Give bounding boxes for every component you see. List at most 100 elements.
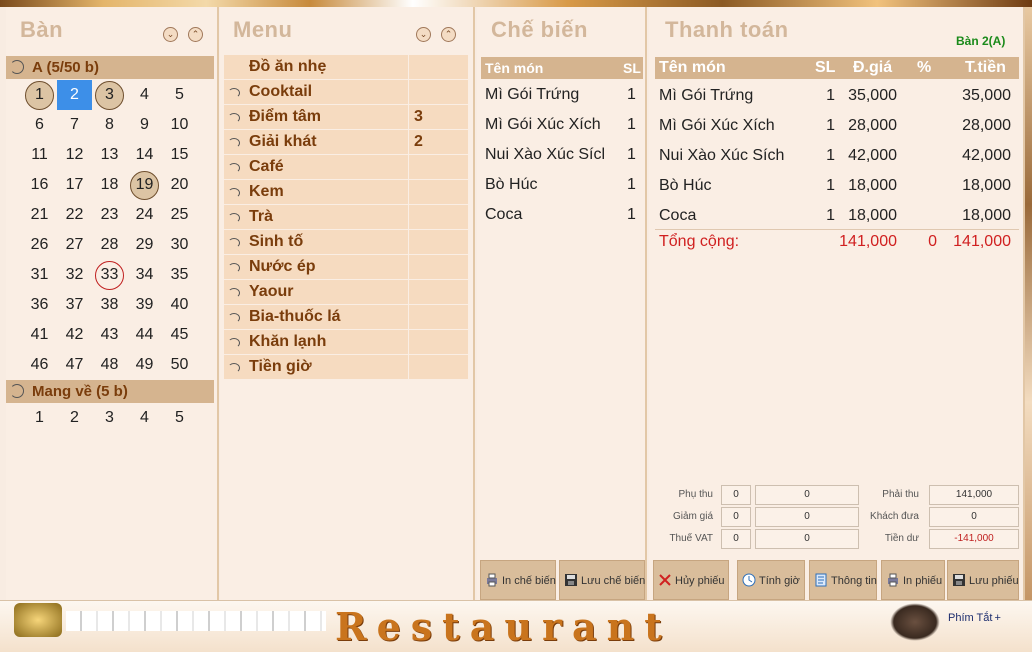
menu-category-item[interactable]: Giải khát 2 <box>224 130 468 155</box>
takeaway-cell[interactable]: 1 <box>22 403 57 433</box>
expand-all-icon[interactable]: ⌃ <box>188 27 203 42</box>
table-cell[interactable]: 50 <box>162 350 197 380</box>
table-cell[interactable]: 16 <box>22 170 57 200</box>
collapse-all-icon[interactable]: ⌄ <box>416 27 431 42</box>
save-kitchen-button[interactable]: Lưu chế biến <box>559 560 645 600</box>
menu-category-item[interactable]: Đồ ăn nhẹ <box>224 55 468 80</box>
table-cell[interactable]: 21 <box>22 200 57 230</box>
calculate-time-button[interactable]: Tính giờ <box>737 560 805 600</box>
cancel-bill-button[interactable]: Hủy phiếu <box>653 560 729 600</box>
table-cell[interactable]: 44 <box>127 320 162 350</box>
table-cell[interactable]: 31 <box>22 260 57 290</box>
table-cell[interactable]: 47 <box>57 350 92 380</box>
table-cell[interactable]: 6 <box>22 110 57 140</box>
table-cell[interactable]: 45 <box>162 320 197 350</box>
menu-panel: Menu ⌄ ⌃ Đồ ăn nhẹ Cooktail Điểm tâm 3 Giải … <box>220 7 475 600</box>
menu-category-item[interactable]: Nước ép <box>224 255 468 280</box>
group-a-header[interactable]: A (5/50 b) <box>6 56 214 79</box>
payment-table-row[interactable]: Mì Gói Trứng 1 35,000 35,000 <box>655 81 1019 111</box>
menu-category-item[interactable]: Trà <box>224 205 468 230</box>
table-cell[interactable]: 38 <box>92 290 127 320</box>
table-cell[interactable]: 5 <box>162 80 197 110</box>
menu-category-item[interactable]: Café <box>224 155 468 180</box>
save-bill-button[interactable]: Lưu phiếu <box>947 560 1019 600</box>
kitchen-table-row[interactable]: Nui Xào Xúc Sícl 1 <box>481 140 643 170</box>
table-cell[interactable]: 3 <box>92 80 127 110</box>
table-cell[interactable]: 12 <box>57 140 92 170</box>
kitchen-table-row[interactable]: Coca 1 <box>481 200 643 230</box>
menu-category-item[interactable]: Khăn lạnh <box>224 330 468 355</box>
table-cell[interactable]: 42 <box>57 320 92 350</box>
table-cell[interactable]: 28 <box>92 230 127 260</box>
surcharge-percent-input[interactable]: 0 <box>721 485 751 505</box>
table-cell[interactable]: 39 <box>127 290 162 320</box>
payment-table-row[interactable]: Nui Xào Xúc Sích 1 42,000 42,000 <box>655 141 1019 171</box>
table-cell[interactable]: 40 <box>162 290 197 320</box>
takeaway-cell[interactable]: 3 <box>92 403 127 433</box>
table-cell[interactable]: 34 <box>127 260 162 290</box>
menu-category-item[interactable]: Kem <box>224 180 468 205</box>
table-cell[interactable]: 4 <box>127 80 162 110</box>
table-cell[interactable]: 33 <box>92 260 127 290</box>
table-cell[interactable]: 37 <box>57 290 92 320</box>
menu-category-list: Đồ ăn nhẹ Cooktail Điểm tâm 3 Giải khát 2 Café… <box>224 55 468 380</box>
table-cell[interactable]: 25 <box>162 200 197 230</box>
table-cell[interactable]: 17 <box>57 170 92 200</box>
table-cell[interactable]: 32 <box>57 260 92 290</box>
table-cell[interactable]: 15 <box>162 140 197 170</box>
takeaway-cell[interactable]: 5 <box>162 403 197 433</box>
payment-table-row[interactable]: Bò Húc 1 18,000 18,000 <box>655 171 1019 201</box>
table-cell[interactable]: 20 <box>162 170 197 200</box>
menu-category-item[interactable]: Tiền giờ <box>224 355 468 380</box>
shortcut-link[interactable]: Phím Tắt + <box>948 612 1001 624</box>
table-cell[interactable]: 48 <box>92 350 127 380</box>
table-cell[interactable]: 43 <box>92 320 127 350</box>
table-cell[interactable]: 18 <box>92 170 127 200</box>
table-cell[interactable]: 8 <box>92 110 127 140</box>
table-cell[interactable]: 35 <box>162 260 197 290</box>
table-cell[interactable]: 14 <box>127 140 162 170</box>
print-kitchen-button[interactable]: In chế biến <box>480 560 556 600</box>
table-cell[interactable]: 19 <box>127 170 162 200</box>
table-cell[interactable]: 1 <box>22 80 57 110</box>
table-cell[interactable]: 30 <box>162 230 197 260</box>
info-button[interactable]: Thông tin <box>809 560 877 600</box>
discount-percent-input[interactable]: 0 <box>721 507 751 527</box>
customer-paid-input[interactable]: 0 <box>929 507 1019 527</box>
table-cell[interactable]: 27 <box>57 230 92 260</box>
vat-amount-input[interactable]: 0 <box>755 529 859 549</box>
table-cell[interactable]: 22 <box>57 200 92 230</box>
takeaway-cell[interactable]: 4 <box>127 403 162 433</box>
table-cell[interactable]: 9 <box>127 110 162 140</box>
table-cell[interactable]: 2 <box>57 80 92 110</box>
table-cell[interactable]: 41 <box>22 320 57 350</box>
table-cell[interactable]: 11 <box>22 140 57 170</box>
menu-category-item[interactable]: Sinh tố <box>224 230 468 255</box>
menu-category-item[interactable]: Yaour <box>224 280 468 305</box>
group-b-header[interactable]: Mang về (5 b) <box>6 380 214 403</box>
payment-table-row[interactable]: Mì Gói Xúc Xích 1 28,000 28,000 <box>655 111 1019 141</box>
menu-category-item[interactable]: Cooktail <box>224 80 468 105</box>
menu-category-item[interactable]: Điểm tâm 3 <box>224 105 468 130</box>
kitchen-table-row[interactable]: Mì Gói Trứng 1 <box>481 80 643 110</box>
expand-all-icon[interactable]: ⌃ <box>441 27 456 42</box>
collapse-all-icon[interactable]: ⌄ <box>163 27 178 42</box>
table-cell[interactable]: 36 <box>22 290 57 320</box>
table-cell[interactable]: 46 <box>22 350 57 380</box>
table-cell[interactable]: 26 <box>22 230 57 260</box>
table-cell[interactable]: 49 <box>127 350 162 380</box>
table-cell[interactable]: 10 <box>162 110 197 140</box>
table-cell[interactable]: 23 <box>92 200 127 230</box>
kitchen-table-row[interactable]: Bò Húc 1 <box>481 170 643 200</box>
surcharge-amount-input[interactable]: 0 <box>755 485 859 505</box>
table-cell[interactable]: 29 <box>127 230 162 260</box>
menu-category-item[interactable]: Bia-thuốc lá <box>224 305 468 330</box>
table-cell[interactable]: 24 <box>127 200 162 230</box>
print-bill-button[interactable]: In phiếu <box>881 560 945 600</box>
kitchen-table-row[interactable]: Mì Gói Xúc Xích 1 <box>481 110 643 140</box>
discount-amount-input[interactable]: 0 <box>755 507 859 527</box>
vat-percent-input[interactable]: 0 <box>721 529 751 549</box>
table-cell[interactable]: 7 <box>57 110 92 140</box>
takeaway-cell[interactable]: 2 <box>57 403 92 433</box>
table-cell[interactable]: 13 <box>92 140 127 170</box>
